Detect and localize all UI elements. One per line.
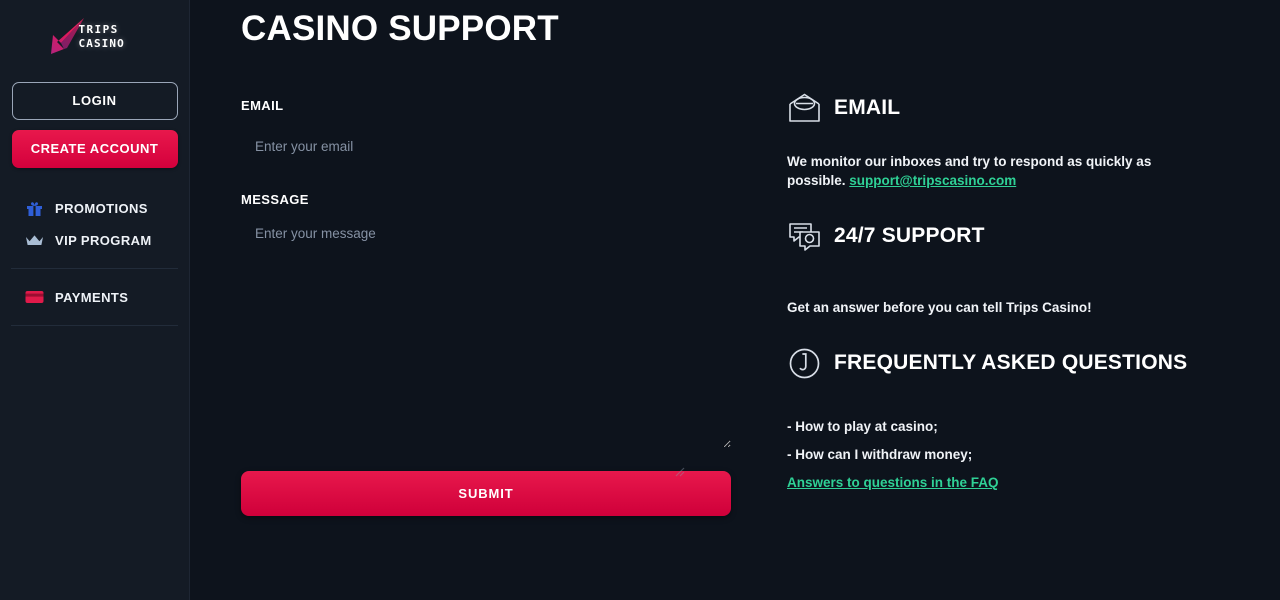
create-account-button[interactable]: CREATE ACCOUNT [11, 130, 178, 168]
gift-icon [24, 198, 44, 218]
info-title-email: EMAIL [834, 96, 901, 119]
sidebar: TRIPS CASINO LOGIN CREATE ACCOUNT PROMOT… [0, 0, 190, 600]
faq-item: - How can I withdraw money; [787, 447, 973, 462]
message-textarea[interactable] [241, 223, 731, 448]
sidebar-item-vip-program[interactable]: VIP PROGRAM [11, 224, 178, 256]
support-page: TRIPS CASINO LOGIN CREATE ACCOUNT PROMOT… [0, 0, 1280, 600]
info-title-support: 24/7 SUPPORT [834, 224, 985, 247]
sidebar-item-label: PAYMENTS [55, 289, 129, 305]
sidebar-divider [11, 268, 178, 269]
faq-answers-link[interactable]: Answers to questions in the FAQ [787, 469, 999, 497]
faq-item: - How to play at casino; [787, 419, 938, 434]
info-block-email: EMAIL We monitor our inboxes and try to … [787, 88, 1207, 190]
page-title: CASINO SUPPORT [241, 9, 559, 48]
support-email-link[interactable]: support@tripscasino.com [849, 173, 1016, 188]
brand-wordmark: TRIPS CASINO [79, 23, 125, 51]
support-form: EMAIL MESSAGE SUBMIT [241, 50, 733, 516]
info-text-support: Get an answer before you can tell Trips … [787, 300, 1092, 315]
brand-line-2: CASINO [78, 37, 125, 50]
credit-card-icon [24, 287, 44, 307]
info-title-faq: FREQUENTLY ASKED QUESTIONS [834, 351, 1188, 374]
sidebar-divider [11, 325, 178, 326]
email-input[interactable] [241, 129, 731, 163]
brand-logo[interactable]: TRIPS CASINO [11, 0, 178, 72]
info-text-email: We monitor our inboxes and try to respon… [787, 152, 1207, 190]
email-label: EMAIL [241, 98, 284, 113]
info-block-faq: FREQUENTLY ASKED QUESTIONS - How to play… [787, 343, 1207, 497]
open-envelope-icon [787, 91, 821, 125]
sidebar-nav: PROMOTIONS VIP PROGRAM PAYMENTS [11, 192, 178, 326]
info-block-support: 24/7 SUPPORT Get an answer before you ca… [787, 216, 1207, 317]
submit-button[interactable]: SUBMIT [241, 471, 731, 516]
support-info-panel: EMAIL We monitor our inboxes and try to … [787, 88, 1207, 497]
brand-line-1: TRIPS [78, 23, 119, 36]
question-circle-icon [787, 346, 821, 380]
main-content: CASINO SUPPORT EMAIL MESSAGE SUBMIT [190, 0, 1280, 600]
sidebar-item-promotions[interactable]: PROMOTIONS [11, 192, 178, 224]
sidebar-item-label: PROMOTIONS [55, 200, 148, 216]
chat-bubbles-icon [787, 219, 821, 253]
crown-icon [24, 230, 44, 250]
sidebar-item-label: VIP PROGRAM [55, 232, 152, 248]
faq-list: - How to play at casino; - How can I wit… [787, 413, 1207, 497]
sidebar-item-payments[interactable]: PAYMENTS [11, 281, 178, 313]
message-label: MESSAGE [241, 192, 309, 207]
login-button[interactable]: LOGIN [11, 82, 178, 120]
